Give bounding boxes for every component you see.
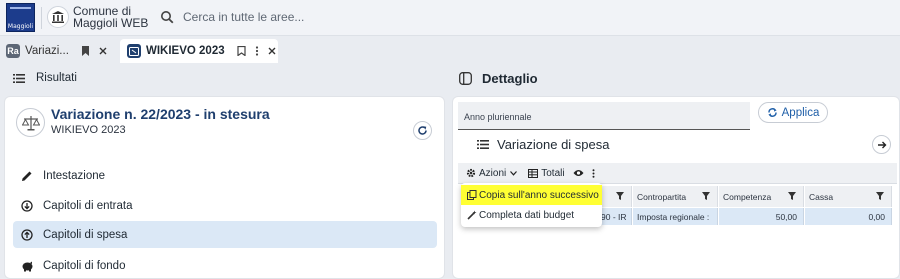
logo-text: Maggioli: [7, 23, 34, 30]
filter-icon[interactable]: [788, 192, 796, 200]
column-label: Competenza: [723, 191, 772, 202]
azioni-dropdown: Copia sull'anno successivo Completa dati…: [461, 183, 602, 227]
scales-icon: [16, 108, 45, 137]
menu-label: Intestazione: [43, 169, 106, 182]
refresh-icon: [418, 126, 427, 135]
menu-label: Capitoli di entrata: [43, 199, 133, 212]
tab-bar: Ra Variazi... WIKIEVO 2023: [0, 36, 900, 63]
dropdown-label: Copia sull'anno successivo: [479, 189, 599, 201]
menu-item-intestazione[interactable]: Intestazione: [13, 162, 437, 189]
azioni-button[interactable]: Azioni: [466, 168, 520, 179]
list-icon: [13, 74, 25, 83]
bookmark-outline-icon[interactable]: [237, 46, 246, 56]
left-panel-header: Risultati: [0, 63, 445, 93]
tab-wikievo[interactable]: WIKIEVO 2023: [120, 39, 278, 63]
menu-item-capitoli-entrata[interactable]: Capitoli di entrata: [13, 192, 437, 219]
bookmark-icon[interactable]: [81, 46, 90, 56]
close-icon[interactable]: [268, 47, 276, 55]
variation-subtitle: WIKIEVO 2023: [51, 124, 126, 136]
gear-icon: [466, 168, 476, 178]
next-button[interactable]: [872, 135, 891, 154]
search-bar[interactable]: [156, 5, 900, 29]
column-label: Cassa: [809, 191, 834, 202]
column-header-partial[interactable]: [598, 186, 632, 207]
variation-card: Variazione n. 22/2023 - in stesura WIKIE…: [4, 96, 445, 279]
copy-icon: [467, 190, 477, 200]
tab-label: WIKIEVO 2023: [146, 45, 225, 57]
table-cell[interactable]: 50,00: [719, 208, 804, 225]
list-icon: [477, 140, 489, 149]
piggy-bank-icon: [19, 260, 35, 272]
tab-variazioni[interactable]: Ra Variazi...: [6, 39, 116, 63]
town-name: Comune di Maggioli WEB: [73, 4, 149, 30]
totali-button[interactable]: Totali: [528, 167, 565, 179]
totali-label: Totali: [541, 167, 565, 179]
menu-label: Capitoli di fondo: [43, 259, 126, 272]
column-label: Contropartita: [637, 191, 687, 202]
copy-next-year-item[interactable]: Copia sull'anno successivo: [461, 185, 602, 205]
tab-label: Variazi...: [25, 45, 69, 57]
filter-icon[interactable]: [876, 192, 884, 200]
table-cell[interactable]: 90 - IR: [598, 208, 632, 225]
complete-budget-item[interactable]: Completa dati budget: [461, 205, 602, 225]
maggioli-logo[interactable]: Maggioli: [6, 3, 35, 32]
filter-icon[interactable]: [616, 192, 624, 200]
variation-title: Variazione n. 22/2023 - in stesura: [51, 106, 270, 122]
town-hall-icon: [47, 6, 69, 28]
column-header-contropartita[interactable]: Contropartita: [633, 186, 718, 207]
logo-stripe: [10, 7, 31, 9]
sync-icon: [767, 107, 778, 118]
applica-button[interactable]: Applica: [758, 102, 828, 123]
applica-label: Applica: [781, 106, 820, 119]
menu-item-capitoli-spesa[interactable]: Capitoli di spesa: [13, 221, 437, 248]
table-cell[interactable]: 0,00: [805, 208, 892, 225]
chevron-down-icon: [510, 170, 518, 176]
table-icon: [528, 168, 539, 178]
right-panel-header: Dettaglio: [452, 63, 900, 93]
table-cell[interactable]: Imposta regionale :: [633, 208, 718, 225]
section-title: Variazione di spesa: [497, 137, 610, 152]
refresh-button[interactable]: [413, 121, 432, 140]
eye-icon[interactable]: [573, 169, 584, 177]
azioni-label: Azioni: [479, 167, 507, 179]
top-bar: Maggioli Comune di Maggioli WEB: [0, 0, 900, 36]
tab-badge-icon: [127, 44, 141, 58]
column-header-competenza[interactable]: Competenza: [719, 186, 804, 207]
divider: [41, 7, 42, 29]
more-vertical-icon[interactable]: [592, 168, 595, 178]
panel-title: Dettaglio: [482, 71, 538, 86]
search-input[interactable]: [183, 10, 683, 24]
filter-icon[interactable]: [702, 192, 710, 200]
side-panel-icon[interactable]: [459, 72, 472, 85]
grid-toolbar: Azioni Totali: [458, 163, 897, 184]
arrow-down-circle-icon: [19, 199, 35, 212]
search-icon: [161, 11, 174, 24]
arrow-up-circle-icon: [19, 228, 35, 241]
wand-icon: [467, 210, 477, 220]
menu-item-capitoli-fondo[interactable]: Capitoli di fondo: [13, 252, 437, 279]
menu-label: Capitoli di spesa: [43, 228, 128, 241]
more-vertical-icon[interactable]: [255, 46, 259, 56]
tab-badge: Ra: [6, 44, 20, 58]
panel-title: Risultati: [36, 72, 77, 84]
anno-pluriennale-field[interactable]: Anno pluriennale: [458, 102, 750, 130]
close-icon[interactable]: [99, 47, 107, 55]
pencil-icon: [19, 170, 35, 182]
arrow-right-icon: [877, 141, 886, 148]
dropdown-label: Completa dati budget: [479, 209, 575, 221]
column-header-cassa[interactable]: Cassa: [805, 186, 892, 207]
